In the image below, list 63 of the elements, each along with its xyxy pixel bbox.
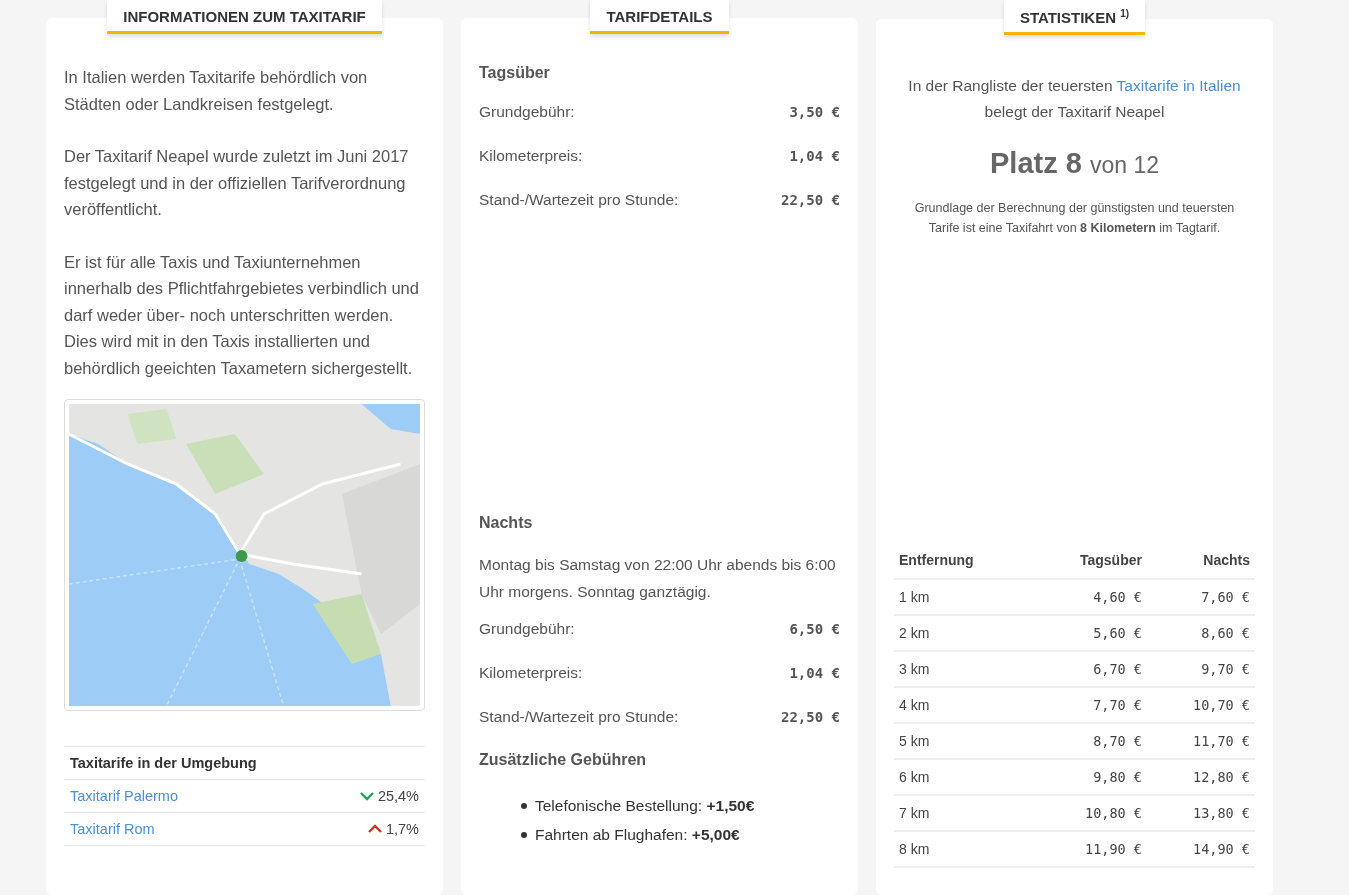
paragraph: Montag bis Samstag von 22:00 Uhr abends bis 6:00 Uhr morgens. Sonntag ganztägig. [479,555,837,602]
fee-label: Grundgebühr: [479,620,575,638]
fee-item: Telefonische Bestellung: +1,50€ [535,796,755,815]
fee-value: 1,04 € [789,665,840,681]
table-cell: 13,80 € [1146,795,1255,831]
table-cell: 1 km [894,579,1031,615]
fee-label: Stand-/Wartezeit pro Stunde: [479,708,679,726]
table-cell: 14,90 € [1146,831,1255,867]
table-cell: 9,70 € [1146,651,1255,687]
table-cell: 12,80 € [1146,759,1255,795]
column-header: Tagsüber [1030,544,1147,579]
table-cell: 10,70 € [1146,687,1255,723]
table-cell: 10,80 € [1030,795,1147,831]
section-title: TARIFDETAILS [590,0,729,34]
table-cell: 8 km [894,831,1031,867]
table-cell: 8,70 € [1030,723,1147,759]
table-cell: 7 km [894,795,1031,831]
table-cell: 9,80 € [1030,759,1147,795]
table-cell: 11,70 € [1146,723,1255,759]
column-header: Nachts [1146,544,1255,579]
rank-place: Platz 8 [990,147,1082,179]
section-title: STATISTIKEN $^{1)}$ [1003,0,1146,35]
table-cell: 3 km [894,651,1031,687]
table-cell: 5,60 € [1030,615,1147,651]
table-cell: 6,70 € [1030,651,1147,687]
table-cell: 4 km [894,687,1031,723]
fee-label: Kilometerpreis: [479,147,583,165]
section-heading: Zusätzliche Gebühren [479,751,648,769]
fee-label: Kilometerpreis: [479,664,583,682]
city-link[interactable]: Taxitarif Rom [70,821,155,837]
fee-value: 22,50 € [781,709,840,725]
table-cell: 2 km [894,615,1031,651]
paragraph: In Italien werden Taxitarife behördlich von Städten oder Landkreisen festgelegt. [64,67,369,115]
table-cell: 8,60 € [1146,615,1255,651]
paragraph: In der Rangliste der teuersten Taxitarife in Italien belegt der Taxitarif Neapel [907,76,1242,122]
table-heading: Taxitarife in der Umgebung [64,747,425,780]
bullet-icon [521,802,527,809]
table-cell: 11,90 € [1030,831,1147,867]
section-heading: Nachts [479,514,534,532]
table-cell: 7,70 € [1030,687,1147,723]
column-header: Entfernung [894,544,1031,579]
percent-change: 25,4% [377,788,419,804]
footnote: Grundlage der Berechnung der günstigsten und teuersten Tarife ist eine Taxifahrt von 8 Kilometern im Tagtarif. [913,200,1236,237]
fee-value: 22,50 € [781,192,840,208]
paragraph: Der Taxitarif Neapel wurde zuletzt im Juni 2017 festgelegt und in der offiziellen Tarifverordnung veröffentlicht. [64,146,410,220]
fee-value: 1,04 € [789,148,840,164]
fee-label: Grundgebühr: [479,103,575,121]
fee-value: 6,50 € [789,621,840,637]
fee-value: 3,50 € [789,104,840,120]
link[interactable]: Taxitarife in Italien [1116,77,1241,94]
table-cell: 4,60 € [1030,579,1147,615]
bullet-icon [521,831,527,838]
section-title: INFORMATIONEN ZUM TAXITARIF [107,0,382,34]
fee-label: Stand-/Wartezeit pro Stunde: [479,191,679,209]
table-cell: 5 km [894,723,1031,759]
fee-item: Fahrten ab Flughafen: +5,00€ [535,825,740,844]
table-cell: 7,60 € [1146,579,1255,615]
section-heading: Tagsüber [479,64,551,82]
table-cell: 6 km [894,759,1031,795]
rank-total: von 12 [1089,152,1159,178]
city-link[interactable]: Taxitarif Palermo [70,788,178,804]
paragraph: Er ist für alle Taxis und Taxiunternehmen innerhalb des Pflichtfahrgebietes verbindlich und darf weder über- noch unterschritten werden. Dies wird mit in den Taxis installierten und behördlich geeichten Taxametern sichergestellt. [64,251,420,379]
percent-change: 1,7% [385,821,419,837]
